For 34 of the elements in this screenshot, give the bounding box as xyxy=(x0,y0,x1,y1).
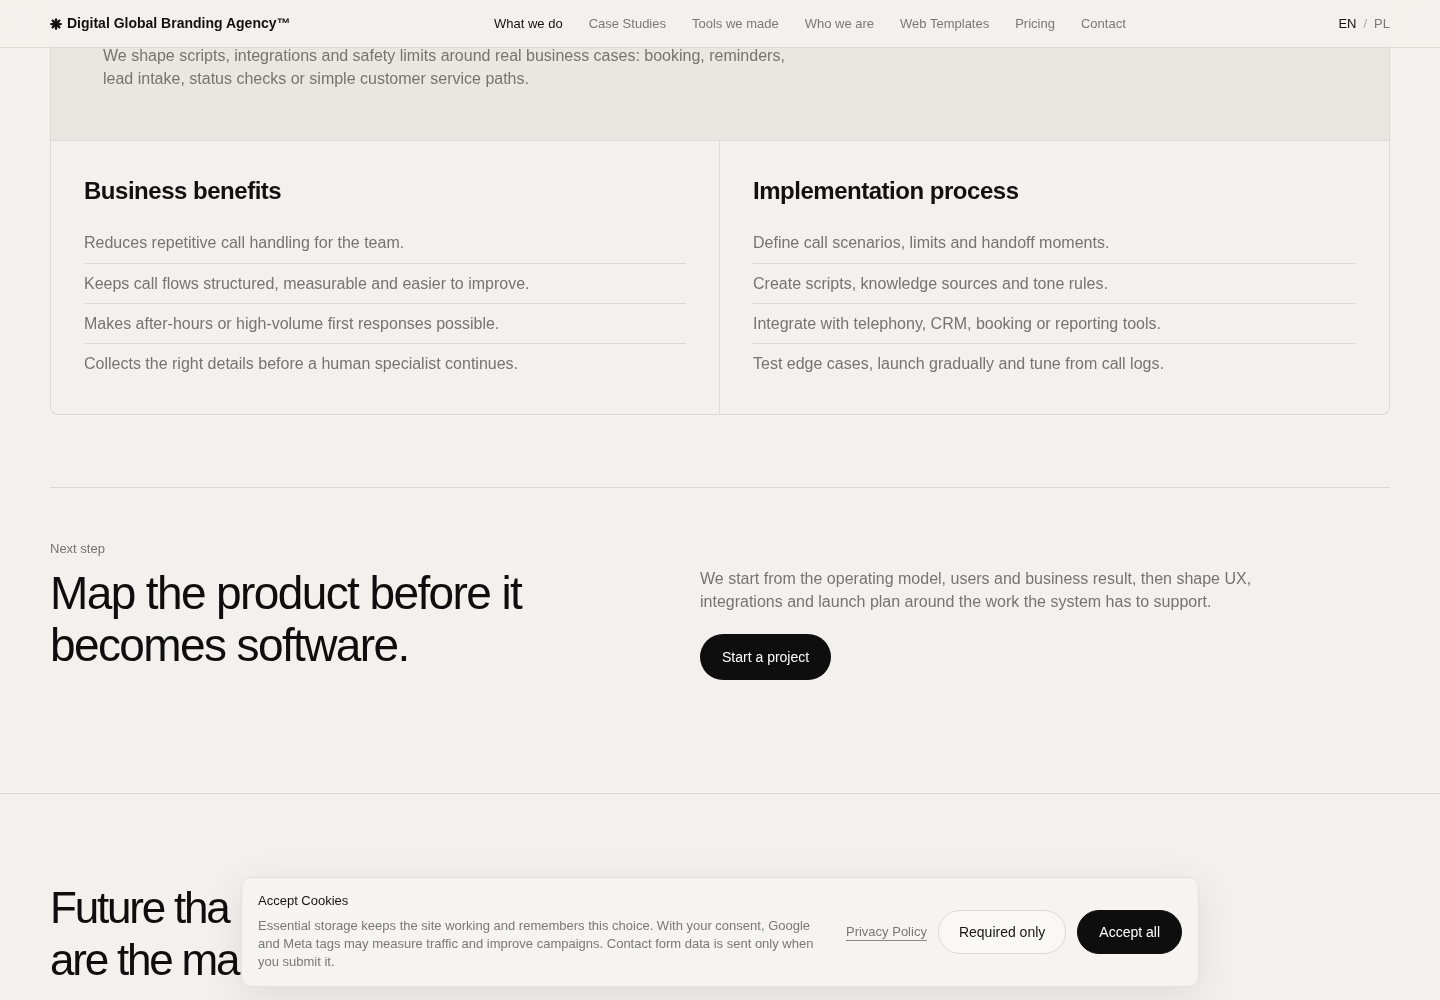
nav-link[interactable]: Contact xyxy=(1080,13,1126,34)
list-item-text: Collects the right details before a human specialist continues. xyxy=(84,353,518,374)
asterisk-icon xyxy=(50,17,62,30)
decline-button[interactable]: Required only xyxy=(937,910,1067,954)
list-item-text: Integrate with telephony, CRM, booking or reporting tools. xyxy=(753,313,1161,334)
column-title: Implementation process xyxy=(753,176,1019,206)
list-item-text: Define call scenarios, limits and handoff moments. xyxy=(753,233,1110,253)
list-item-text: Keeps call flows structured, measurable and easier to improve. xyxy=(84,273,530,294)
nav-link[interactable]: Web Templates xyxy=(900,13,990,34)
list-item-text: Reduces repetitive call handling for the team. xyxy=(84,233,405,253)
language-separator: / xyxy=(1363,14,1368,33)
cookie-title: Accept Cookies xyxy=(258,893,349,909)
accept-button[interactable]: Accept all xyxy=(1077,910,1182,954)
start-project-button[interactable]: Start a project xyxy=(700,634,832,680)
privacy-policy-link[interactable]: Privacy Policy xyxy=(846,922,927,942)
language-link[interactable]: EN xyxy=(1338,13,1357,34)
nav-link[interactable]: Tools we made xyxy=(692,13,779,34)
heading-text: are the ma xyxy=(50,935,239,984)
list-item-text: Create scripts, knowledge sources and tone rules. xyxy=(753,273,1108,294)
nav-link[interactable]: Who we are xyxy=(804,13,875,34)
nav-link[interactable]: What we do xyxy=(494,13,563,34)
section-text: We start from the operating model, users and business result, then shape UX, integrations and launch plan around the work the system has to support. xyxy=(700,569,1253,612)
list-item-text: Test edge cases, launch gradually and tune from call logs. xyxy=(753,353,1164,374)
list-item-text: Makes after-hours or high-volume first responses possible. xyxy=(84,313,500,334)
heading-text: Future tha xyxy=(50,883,229,932)
section-heading: Map the product before it becomes software. xyxy=(50,567,523,673)
logo-text[interactable]: Digital Global Branding Agency™ xyxy=(67,13,291,34)
nav-link[interactable]: Pricing xyxy=(1015,13,1055,34)
column-title: Business benefits xyxy=(84,176,282,206)
cookie-text: Essential storage keeps the site working and remembers this choice. With your consent, Google and Meta tags may measure traffic and improve campaigns. Contact form data is sent only when you submit it. xyxy=(258,917,815,971)
language-link[interactable]: PL xyxy=(1374,13,1390,34)
eyebrow-text: Next step xyxy=(50,541,105,557)
nav-link[interactable]: Case Studies xyxy=(588,13,666,34)
intro-text: We shape scripts, integrations and safety limits around real business cases: booking, reminders, lead intake, status checks or simple customer service paths. xyxy=(103,46,786,89)
